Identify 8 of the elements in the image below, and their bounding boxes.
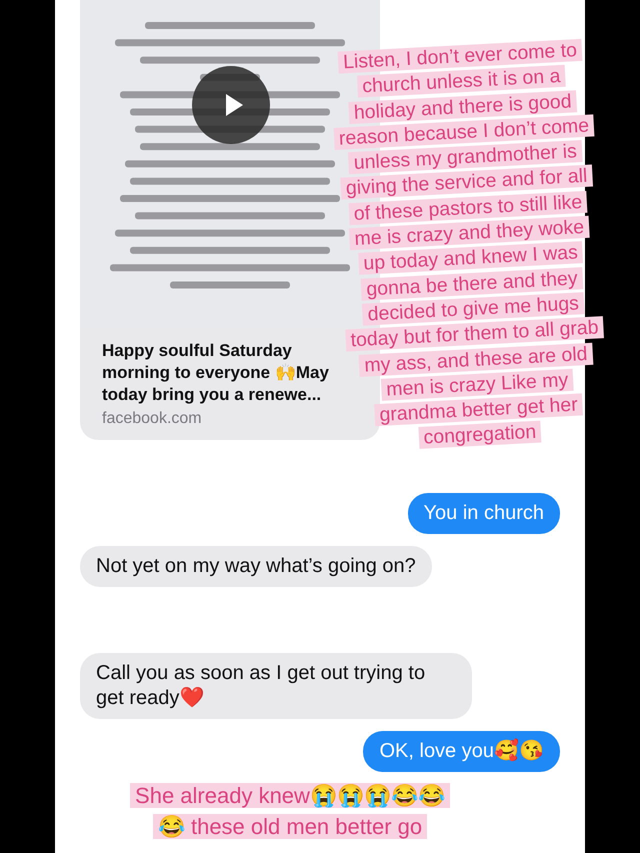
caption-text: She already knew😭😭😭😂😂 😂 these old men better go (105, 780, 475, 842)
message-bubble: Call you as soon as I get out trying to get ready❤ (80, 653, 472, 719)
message-bubble: Not yet on my way what’s going on? (80, 546, 432, 587)
message-bubble: OK, love you🥰😘 (363, 731, 560, 772)
link-domain: facebook.com (101, 409, 203, 428)
play-icon (224, 93, 244, 117)
link-title: Happy soulful Saturday morning to everyone 🙌May today bring you a renewe... (102, 340, 330, 406)
message-bubble: You in church (408, 493, 560, 534)
